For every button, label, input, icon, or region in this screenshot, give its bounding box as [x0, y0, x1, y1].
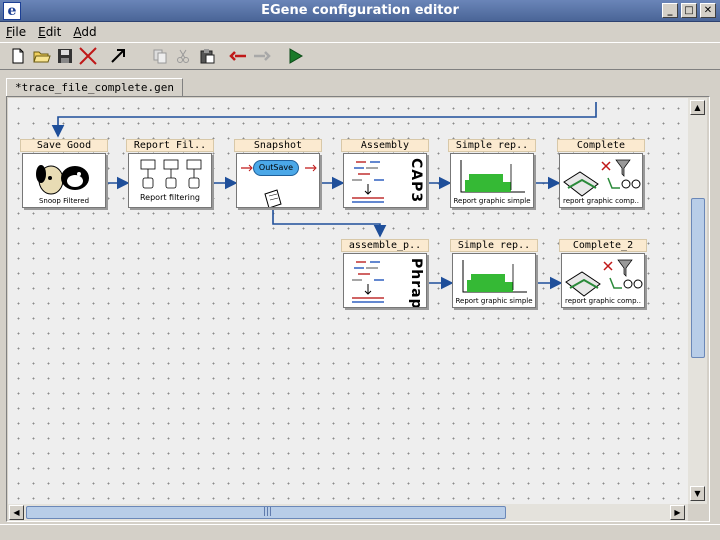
- node-body: OutSave: [236, 153, 320, 208]
- vertical-scroll-thumb[interactable]: [691, 198, 705, 358]
- horizontal-scrollbar[interactable]: ◀ ||| ▶: [8, 504, 688, 521]
- node-caption: Report graphic simple: [455, 297, 533, 305]
- node-complete[interactable]: Complete report graphic comp..: [557, 139, 645, 209]
- editor-panel: Save Good Snoop Filtered Report Fil.. Re…: [6, 96, 710, 522]
- copy-icon[interactable]: [150, 46, 170, 66]
- node-caption: report graphic comp..: [565, 297, 641, 305]
- node-label: assemble_p..: [341, 239, 429, 252]
- scroll-down-icon[interactable]: ▼: [690, 486, 705, 501]
- undo-arrow-icon[interactable]: [228, 46, 248, 66]
- new-file-icon[interactable]: [8, 46, 28, 66]
- title-bar: e EGene configuration editor _ □ ✕: [0, 0, 720, 22]
- node-caption: Report graphic simple: [453, 197, 531, 205]
- node-report-filter[interactable]: Report Fil.. Report filtering: [126, 139, 214, 209]
- menu-file[interactable]: File: [6, 25, 26, 39]
- toolbar: [0, 42, 720, 70]
- node-body: Snoop Filtered: [22, 153, 106, 208]
- node-body: Report filtering: [128, 153, 212, 208]
- node-label: Simple rep..: [450, 239, 538, 252]
- tab-trace-file[interactable]: *trace_file_complete.gen: [6, 78, 183, 97]
- workflow-canvas[interactable]: Save Good Snoop Filtered Report Fil.. Re…: [8, 98, 688, 504]
- paste-icon[interactable]: [197, 46, 217, 66]
- connect-arrow-icon[interactable]: [108, 46, 128, 66]
- node-body: Report graphic simple: [450, 153, 534, 208]
- outsave-chip: OutSave: [253, 160, 299, 176]
- assembler-name: CAP3: [408, 158, 424, 204]
- scroll-grip-icon: |||: [263, 507, 273, 517]
- node-caption: report graphic comp..: [563, 197, 639, 205]
- node-label: Snapshot: [234, 139, 322, 152]
- connector-loopback: [51, 102, 597, 138]
- redo-arrow-icon[interactable]: [252, 46, 272, 66]
- node-save-good[interactable]: Save Good Snoop Filtered: [20, 139, 108, 209]
- node-simple-report-1[interactable]: Simple rep.. Report graphic simple: [448, 139, 536, 209]
- connector-snapshot-to-assemble-p: [272, 210, 387, 238]
- menu-add[interactable]: Add: [73, 25, 96, 39]
- scroll-up-icon[interactable]: ▲: [690, 100, 705, 115]
- scroll-right-icon[interactable]: ▶: [670, 505, 685, 520]
- delete-x-icon[interactable]: [78, 46, 98, 66]
- node-caption: Report filtering: [139, 193, 201, 202]
- node-body: report graphic comp..: [559, 153, 643, 208]
- node-body: Phrap: [343, 253, 427, 308]
- run-play-icon[interactable]: [285, 46, 305, 66]
- node-label: Simple rep..: [448, 139, 536, 152]
- node-label: Assembly: [341, 139, 429, 152]
- node-body: CAP3: [343, 153, 427, 208]
- minimize-button[interactable]: _: [662, 3, 678, 18]
- close-button[interactable]: ✕: [700, 3, 716, 18]
- node-label: Report Fil..: [126, 139, 214, 152]
- cut-icon[interactable]: [173, 46, 193, 66]
- node-label: Complete: [557, 139, 645, 152]
- node-body: report graphic comp..: [561, 253, 645, 308]
- menu-bar: File Edit Add: [0, 22, 720, 42]
- status-bar: [0, 524, 720, 540]
- window-title: EGene configuration editor: [261, 3, 459, 18]
- vertical-scrollbar[interactable]: ▲ ▼: [688, 98, 707, 504]
- node-label: Complete_2: [559, 239, 647, 252]
- node-simple-report-2[interactable]: Simple rep.. Report graphic simple: [450, 239, 538, 309]
- node-body: Report graphic simple: [452, 253, 536, 308]
- node-snapshot[interactable]: Snapshot OutSave: [234, 139, 322, 209]
- maximize-button[interactable]: □: [681, 3, 697, 18]
- save-disk-icon[interactable]: [55, 46, 75, 66]
- node-caption: Snoop Filtered: [38, 197, 90, 205]
- node-assemble-p[interactable]: assemble_p.. Phrap: [341, 239, 429, 309]
- assembler-name: Phrap: [408, 258, 424, 308]
- menu-edit[interactable]: Edit: [38, 25, 61, 39]
- scroll-left-icon[interactable]: ◀: [9, 505, 24, 520]
- horizontal-scroll-thumb[interactable]: |||: [26, 506, 506, 519]
- node-complete-2[interactable]: Complete_2 report graphic comp..: [559, 239, 647, 309]
- node-label: Save Good: [20, 139, 108, 152]
- open-folder-icon[interactable]: [32, 46, 52, 66]
- node-assembly[interactable]: Assembly CAP3: [341, 139, 429, 209]
